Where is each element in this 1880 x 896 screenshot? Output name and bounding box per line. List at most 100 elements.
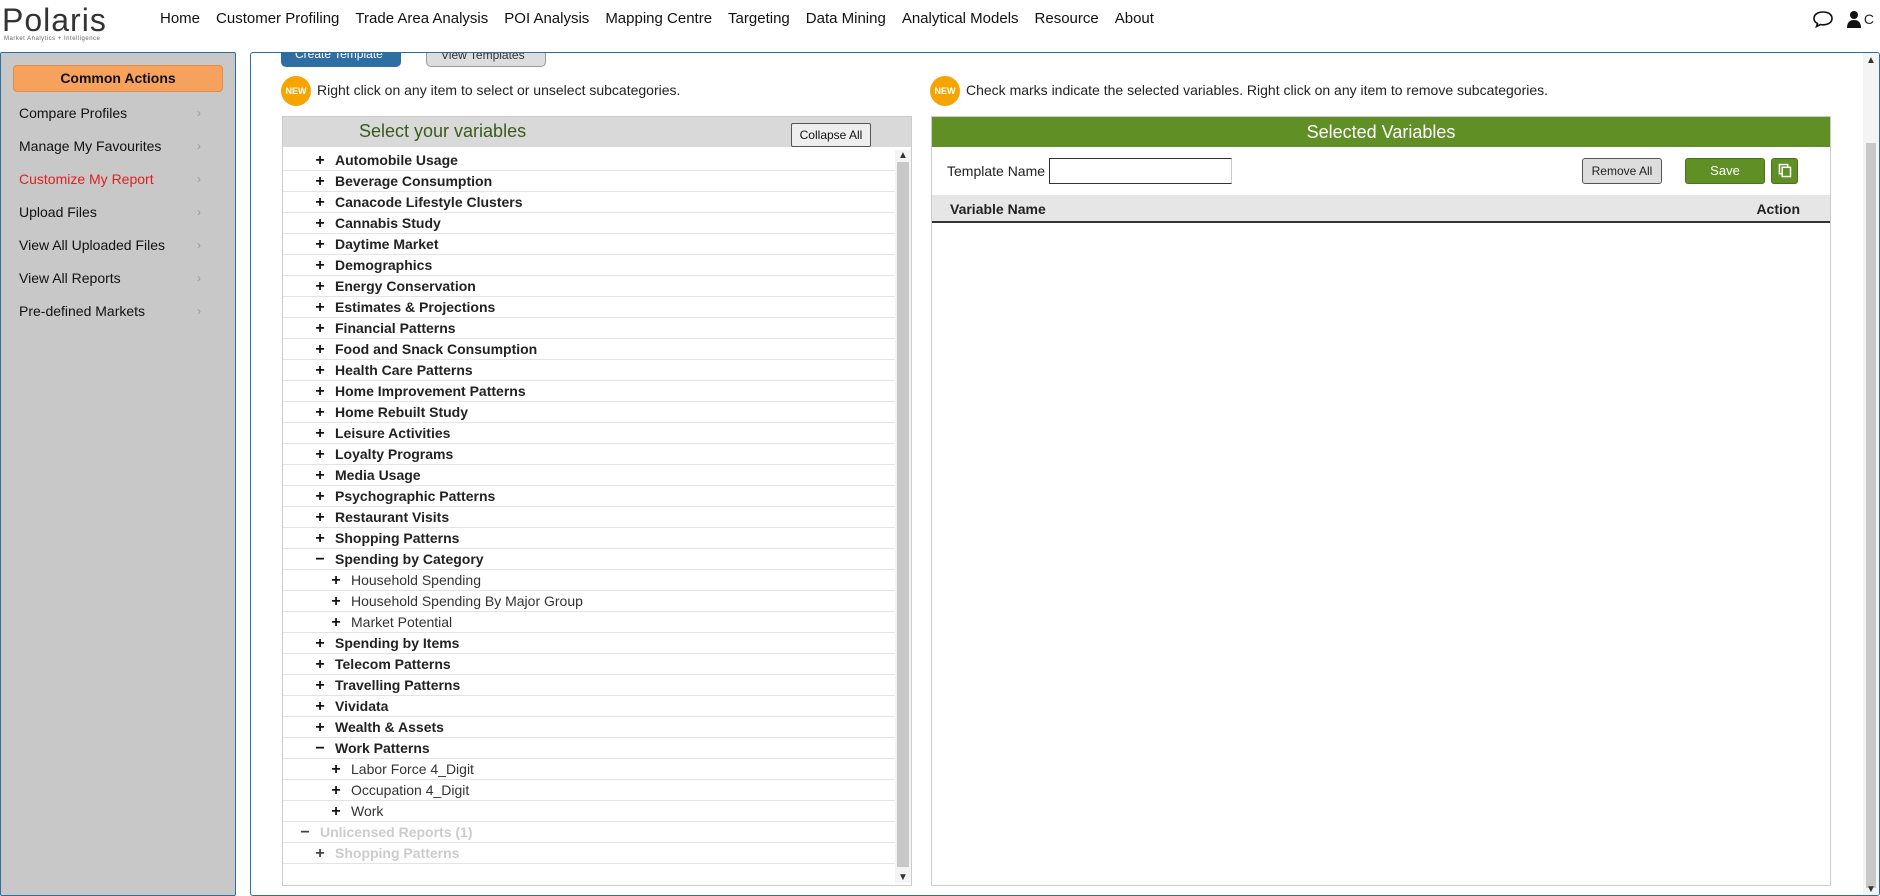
tree-item[interactable]: + Home Rebuilt Study	[283, 402, 895, 423]
sidebar-item-pre-defined-markets[interactable]: Pre-defined Markets ›	[1, 295, 207, 328]
tree-item[interactable]: + Home Improvement Patterns	[283, 381, 895, 402]
collapse-icon[interactable]: −	[313, 738, 327, 759]
expand-icon[interactable]: +	[313, 717, 327, 738]
sidebar-item-upload-files[interactable]: Upload Files ›	[1, 196, 207, 229]
expand-icon[interactable]: +	[313, 423, 327, 444]
expand-icon[interactable]: +	[313, 192, 327, 213]
create-template-tab[interactable]: Create Template	[281, 53, 401, 67]
expand-icon[interactable]: +	[313, 318, 327, 339]
tree-item[interactable]: + Automobile Usage	[283, 150, 895, 171]
expand-icon[interactable]: +	[313, 360, 327, 381]
tree-item[interactable]: − Spending by Category	[283, 549, 895, 570]
expand-icon[interactable]: +	[313, 507, 327, 528]
expand-icon[interactable]: +	[313, 171, 327, 192]
expand-icon[interactable]: +	[329, 801, 343, 822]
tree-scrollbar[interactable]: ▲ ▼	[895, 150, 911, 883]
tree-item[interactable]: + Labor Force 4_Digit	[283, 759, 895, 780]
nav-targeting[interactable]: Targeting	[728, 10, 790, 27]
expand-icon[interactable]: +	[313, 675, 327, 696]
tree-item[interactable]: + Travelling Patterns	[283, 675, 895, 696]
expand-icon[interactable]: +	[313, 528, 327, 549]
main-scroll-up-icon[interactable]: ▲	[1863, 55, 1879, 66]
nav-mapping-centre[interactable]: Mapping Centre	[605, 10, 712, 27]
tree-item[interactable]: + Spending by Items	[283, 633, 895, 654]
expand-icon[interactable]: +	[313, 339, 327, 360]
scroll-up-icon[interactable]: ▲	[895, 150, 911, 161]
expand-icon[interactable]: +	[313, 381, 327, 402]
expand-icon[interactable]: +	[329, 591, 343, 612]
polaris-logo[interactable]: Polaris Market Analytics + Intelligence	[2, 2, 112, 44]
tree-item[interactable]: + Beverage Consumption	[283, 171, 895, 192]
nav-trade-area-analysis[interactable]: Trade Area Analysis	[355, 10, 488, 27]
tree-item[interactable]: + Media Usage	[283, 465, 895, 486]
sidebar-item-customize-my-report[interactable]: Customize My Report ›	[1, 163, 207, 196]
nav-analytical-models[interactable]: Analytical Models	[902, 10, 1019, 27]
tree-item[interactable]: + Shopping Patterns	[283, 843, 895, 864]
tree-item[interactable]: + Psychographic Patterns	[283, 486, 895, 507]
remove-all-button[interactable]: Remove All	[1582, 158, 1662, 184]
tree-item[interactable]: + Energy Conservation	[283, 276, 895, 297]
nav-resource[interactable]: Resource	[1035, 10, 1099, 27]
tree-item[interactable]: + Loyalty Programs	[283, 444, 895, 465]
tree-item[interactable]: + Cannabis Study	[283, 213, 895, 234]
template-name-input[interactable]	[1049, 158, 1232, 184]
tree-item[interactable]: + Vividata	[283, 696, 895, 717]
expand-icon[interactable]: +	[313, 234, 327, 255]
tree-item[interactable]: + Household Spending By Major Group	[283, 591, 895, 612]
expand-icon[interactable]: +	[313, 633, 327, 654]
tree-item[interactable]: + Food and Snack Consumption	[283, 339, 895, 360]
tree-item[interactable]: − Unlicensed Reports (1)	[283, 822, 895, 843]
main-scrollbar[interactable]: ▲ ▼	[1863, 53, 1879, 895]
sidebar-item-view-all-uploaded-files[interactable]: View All Uploaded Files ›	[1, 229, 207, 262]
expand-icon[interactable]: +	[313, 654, 327, 675]
expand-icon[interactable]: +	[329, 570, 343, 591]
expand-icon[interactable]: +	[329, 780, 343, 801]
tree-item[interactable]: + Restaurant Visits	[283, 507, 895, 528]
expand-icon[interactable]: +	[313, 276, 327, 297]
expand-icon[interactable]: +	[313, 402, 327, 423]
user-icon[interactable]	[1846, 10, 1862, 28]
tree-item[interactable]: + Canacode Lifestyle Clusters	[283, 192, 895, 213]
chat-icon[interactable]	[1812, 10, 1834, 28]
sidebar-item-view-all-reports[interactable]: View All Reports ›	[1, 262, 207, 295]
tree-item[interactable]: + Health Care Patterns	[283, 360, 895, 381]
save-button[interactable]: Save	[1685, 158, 1765, 184]
tree-item[interactable]: + Household Spending	[283, 570, 895, 591]
tree-item[interactable]: + Occupation 4_Digit	[283, 780, 895, 801]
tree-scroll-thumb[interactable]	[897, 162, 909, 867]
tree-item[interactable]: + Shopping Patterns	[283, 528, 895, 549]
main-scroll-thumb[interactable]	[1866, 143, 1876, 888]
tree-item[interactable]: + Demographics	[283, 255, 895, 276]
expand-icon[interactable]: +	[313, 255, 327, 276]
scroll-down-icon[interactable]: ▼	[895, 872, 911, 883]
tree-item[interactable]: − Work Patterns	[283, 738, 895, 759]
collapse-all-button[interactable]: Collapse All	[791, 123, 871, 147]
nav-data-mining[interactable]: Data Mining	[806, 10, 886, 27]
collapse-icon[interactable]: −	[313, 549, 327, 570]
expand-icon[interactable]: +	[329, 759, 343, 780]
main-scroll-down-icon[interactable]: ▼	[1863, 884, 1879, 895]
expand-icon[interactable]: +	[313, 150, 327, 171]
sidebar-item-compare-profiles[interactable]: Compare Profiles ›	[1, 97, 207, 130]
expand-icon[interactable]: +	[313, 696, 327, 717]
tree-item[interactable]: + Estimates & Projections	[283, 297, 895, 318]
nav-customer-profiling[interactable]: Customer Profiling	[216, 10, 339, 27]
tree-item[interactable]: + Market Potential	[283, 612, 895, 633]
tree-item[interactable]: + Wealth & Assets	[283, 717, 895, 738]
collapse-icon[interactable]: −	[298, 822, 312, 843]
nav-about[interactable]: About	[1115, 10, 1154, 27]
tree-item[interactable]: + Leisure Activities	[283, 423, 895, 444]
nav-home[interactable]: Home	[160, 10, 200, 27]
sidebar-item-manage-my-favourites[interactable]: Manage My Favourites ›	[1, 130, 207, 163]
tree-item[interactable]: + Telecom Patterns	[283, 654, 895, 675]
expand-icon[interactable]: +	[313, 444, 327, 465]
expand-icon[interactable]: +	[329, 612, 343, 633]
expand-icon[interactable]: +	[313, 465, 327, 486]
nav-poi-analysis[interactable]: POI Analysis	[504, 10, 589, 27]
expand-icon[interactable]: +	[313, 843, 327, 864]
view-templates-tab[interactable]: View Templates	[426, 53, 546, 67]
expand-icon[interactable]: +	[313, 213, 327, 234]
tree-item[interactable]: + Financial Patterns	[283, 318, 895, 339]
copy-template-button[interactable]	[1771, 158, 1798, 184]
expand-icon[interactable]: +	[313, 297, 327, 318]
